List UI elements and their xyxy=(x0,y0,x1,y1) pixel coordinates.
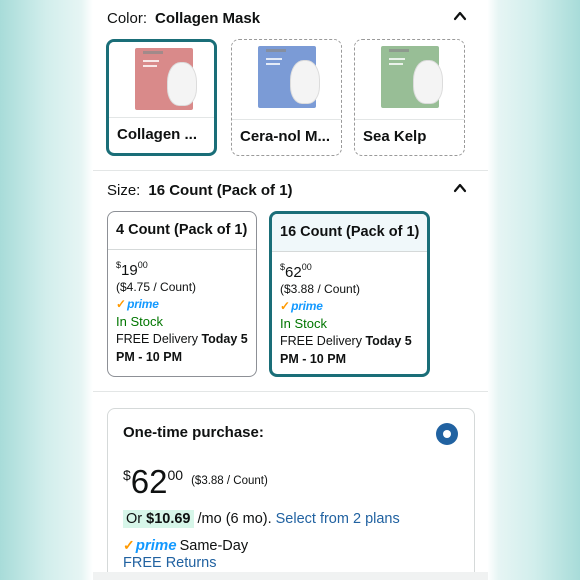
color-option-collagen[interactable]: Collagen ... xyxy=(106,39,217,156)
one-time-purchase-option[interactable]: One-time purchase: $ 62 00 ($3.88 / Coun… xyxy=(107,408,475,580)
size-label: Size: xyxy=(107,181,141,199)
color-option-label: Sea Kelp xyxy=(355,119,464,155)
size-option-price: $1900 xyxy=(116,260,148,279)
purchase-title: One-time purchase: xyxy=(123,424,264,441)
unit-price: ($3.88 / Count) xyxy=(191,475,268,487)
free-returns-link[interactable]: FREE Returns xyxy=(123,555,216,571)
product-image xyxy=(232,40,341,120)
check-icon: ✓ xyxy=(116,297,127,311)
size-option-title: 4 Count (Pack of 1) xyxy=(108,212,256,250)
chevron-up-icon[interactable] xyxy=(452,180,468,196)
delivery-info: FREE Delivery Today 5 PM - 10 PM xyxy=(116,332,248,364)
prime-badge: ✓ prime xyxy=(116,297,159,311)
product-options-panel: Color: Collagen Mask Collagen ... Cera-n… xyxy=(93,0,488,580)
stock-status: In Stock xyxy=(116,314,163,329)
color-option-label: Collagen ... xyxy=(109,117,214,153)
color-option-cera-nol[interactable]: Cera-nol M... xyxy=(231,39,342,156)
unit-price: ($4.75 / Count) xyxy=(116,280,197,294)
radio-selected-icon[interactable] xyxy=(436,423,458,445)
color-selected-value: Collagen Mask xyxy=(155,9,261,27)
prime-badge: ✓ prime xyxy=(280,299,323,313)
chevron-up-icon[interactable] xyxy=(452,8,468,24)
color-option-label: Cera-nol M... xyxy=(232,119,341,155)
unit-price: ($3.88 / Count) xyxy=(280,282,361,296)
size-row-header[interactable]: Size: 16 Count (Pack of 1) xyxy=(107,178,474,202)
divider xyxy=(93,170,488,171)
stock-status: In Stock xyxy=(280,316,327,331)
check-icon: ✓ xyxy=(123,537,135,553)
prime-same-day: ✓ prime Same-Day xyxy=(123,537,249,554)
size-option-16-count[interactable]: 16 Count (Pack of 1) $6200 ($3.88 / Coun… xyxy=(269,211,430,377)
prime-logo: prime xyxy=(135,537,177,554)
purchase-price: $ 62 00 ($3.88 / Count) xyxy=(123,463,268,500)
size-selected-value: 16 Count (Pack of 1) xyxy=(148,181,293,199)
color-row-header[interactable]: Color: Collagen Mask xyxy=(107,6,474,30)
color-label: Color: xyxy=(107,9,148,27)
size-option-price: $6200 xyxy=(280,262,312,281)
delivery-info: FREE Delivery Today 5 PM - 10 PM xyxy=(280,334,412,366)
product-image xyxy=(355,40,464,120)
size-option-4-count[interactable]: 4 Count (Pack of 1) $1900 ($4.75 / Count… xyxy=(107,211,257,377)
color-option-sea-kelp[interactable]: Sea Kelp xyxy=(354,39,465,156)
bottom-bar xyxy=(93,572,488,580)
monthly-plan-offer: Or $10.69 /mo (6 mo). Select from 2 plan… xyxy=(123,510,400,528)
product-image xyxy=(109,42,214,122)
select-plans-link[interactable]: Select from 2 plans xyxy=(276,511,400,527)
size-option-title: 16 Count (Pack of 1) xyxy=(272,214,427,252)
divider xyxy=(93,391,488,392)
check-icon: ✓ xyxy=(280,299,291,313)
